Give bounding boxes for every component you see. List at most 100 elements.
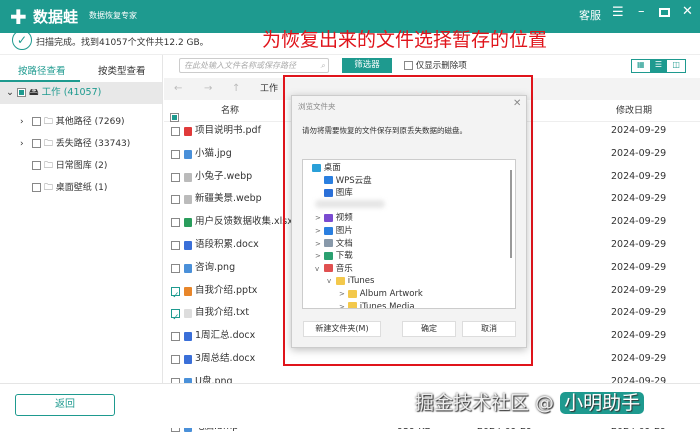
expand-arrow-icon[interactable]: >: [339, 301, 348, 308]
dialog-close-icon[interactable]: ✕: [513, 98, 521, 109]
check-circle-icon: ✓: [12, 30, 32, 50]
folder-tree-item[interactable]: > 图片: [315, 225, 353, 237]
tree-item[interactable]: 🗀 桌面壁纸 (1): [20, 177, 107, 199]
back-arrow-icon[interactable]: ←: [174, 78, 182, 100]
folder-tree-item[interactable]: > 下载: [315, 250, 353, 262]
folder-icon: [348, 289, 357, 298]
file-checkbox[interactable]: [171, 195, 180, 205]
close-icon[interactable]: ✕: [682, 4, 693, 19]
folder-label: 文档: [335, 238, 353, 249]
chevron-right-icon[interactable]: ›: [20, 133, 32, 155]
expand-arrow-icon[interactable]: >: [339, 288, 348, 300]
file-checkbox[interactable]: [171, 307, 180, 329]
tree-label: 其他路径 (7269): [55, 117, 125, 127]
detail-view-icon[interactable]: ◫: [667, 60, 685, 72]
view-switcher: ▦ ☰ ◫: [631, 59, 686, 73]
folder-tree-item[interactable]: 图库: [315, 187, 353, 199]
support-link[interactable]: 客服: [579, 7, 601, 23]
dialog-message: 请勿将需要恢复的文件保存到原丢失数据的磁盘。: [302, 126, 467, 135]
filter-button[interactable]: 筛选器: [342, 58, 392, 73]
folder-tree-item[interactable]: 桌面: [303, 162, 341, 174]
image-file-icon: [184, 149, 192, 159]
file-checkbox[interactable]: [171, 172, 180, 182]
tab-by-type[interactable]: 按类型查看: [98, 63, 146, 77]
file-modified: 2024-09-29: [611, 307, 667, 319]
file-checkbox[interactable]: [171, 355, 180, 364]
tree-checkbox[interactable]: [32, 139, 41, 148]
folder-tree-item[interactable]: > 视频: [315, 212, 353, 224]
root-checkbox[interactable]: [17, 88, 26, 97]
menu-icon[interactable]: ☰: [612, 5, 624, 20]
folder-tree-item[interactable]: v 音乐: [315, 263, 353, 275]
docx-file-icon: [184, 241, 192, 250]
blurred-item: [315, 199, 385, 208]
file-checkbox[interactable]: [171, 218, 180, 228]
tree-checkbox[interactable]: [32, 161, 41, 170]
only-deleted-toggle[interactable]: 仅显示删除项: [404, 59, 467, 71]
tree-label: 日常图库 (2): [55, 161, 108, 171]
file-name: 用户反馈数据收集.xlsx: [195, 216, 293, 228]
browse-folder-dialog: 浏览文件夹 ✕ 请勿将需要恢复的文件保存到原丢失数据的磁盘。 桌面 WPS云盘 …: [291, 95, 527, 348]
folder-tree-item[interactable]: [315, 199, 385, 212]
file-checkbox[interactable]: [171, 332, 180, 342]
folder-tree[interactable]: 桌面 WPS云盘 图库 > 视频 > 图片 > 文档 > 下载 v 音乐 v iTunes >…: [302, 159, 516, 309]
folder-tree-item[interactable]: > 文档: [315, 238, 353, 250]
file-checkbox[interactable]: [171, 263, 180, 273]
tree-item[interactable]: › 🗀 丢失路径 (33743): [20, 133, 130, 155]
grid-view-icon[interactable]: ▦: [632, 60, 650, 72]
new-folder-button[interactable]: 新建文件夹(M): [303, 321, 381, 337]
expand-arrow-icon[interactable]: >: [315, 225, 324, 237]
forward-arrow-icon[interactable]: →: [204, 78, 212, 100]
app-subtitle: 数据恢复专家: [89, 11, 137, 20]
folder-label: iTunes Media: [359, 301, 415, 309]
cloud-icon: [324, 176, 333, 185]
list-view-icon[interactable]: ☰: [649, 60, 668, 72]
expand-arrow-icon[interactable]: >: [315, 250, 324, 262]
app-name: 数据蛙: [33, 8, 79, 26]
file-name: 咨询.png: [195, 261, 236, 273]
file-checkbox[interactable]: [171, 241, 180, 250]
folder-label: Album Artwork: [359, 289, 423, 299]
file-modified: 2024-09-29: [611, 330, 667, 342]
expand-arrow-icon[interactable]: v: [315, 263, 324, 275]
video-icon: [324, 213, 333, 222]
tree-item[interactable]: › 🗀 其他路径 (7269): [20, 111, 125, 133]
folder-label: 桌面: [323, 163, 341, 173]
tree-label: 桌面壁纸 (1): [55, 183, 108, 193]
tree-item[interactable]: 🗀 日常图库 (2): [20, 155, 107, 177]
expand-arrow-icon[interactable]: >: [315, 212, 324, 224]
folder-tree-item[interactable]: > iTunes Media: [339, 301, 415, 309]
music-icon: [324, 264, 333, 273]
maximize-icon[interactable]: [659, 8, 670, 17]
folder-icon: 🗀: [43, 183, 53, 193]
search-icon: ⌕: [320, 61, 325, 70]
file-modified: 2024-09-29: [611, 125, 667, 136]
tab-by-path[interactable]: 按路径查看: [18, 63, 66, 77]
back-button[interactable]: 返回: [15, 394, 115, 416]
folder-tree-item[interactable]: > Album Artwork: [339, 288, 423, 300]
gallery-icon: [324, 188, 333, 197]
docx-file-icon: [184, 355, 192, 364]
scrollbar[interactable]: [510, 170, 512, 258]
expand-arrow-icon[interactable]: v: [327, 275, 336, 287]
tree-checkbox[interactable]: [32, 117, 41, 126]
docx-file-icon: [184, 332, 192, 342]
ok-button[interactable]: 确定: [402, 321, 456, 337]
expand-arrow-icon[interactable]: >: [315, 238, 324, 250]
logo-icon: ✚: [10, 5, 27, 29]
up-arrow-icon[interactable]: ↑: [232, 78, 240, 100]
file-checkbox[interactable]: [171, 127, 180, 136]
search-input[interactable]: 在此处输入文件名称或保存路径 ⌕: [179, 58, 329, 73]
chevron-down-icon: ⌄: [6, 87, 14, 98]
chevron-right-icon[interactable]: ›: [20, 111, 32, 133]
file-checkbox[interactable]: [171, 285, 180, 307]
minimize-icon[interactable]: –: [638, 4, 645, 19]
folder-tree-item[interactable]: WPS云盘: [315, 175, 372, 187]
folder-tree-item[interactable]: v iTunes: [327, 275, 374, 287]
cancel-button[interactable]: 取消: [462, 321, 516, 337]
column-modified[interactable]: 修改日期: [616, 100, 652, 122]
file-checkbox[interactable]: [171, 149, 180, 159]
tree-root[interactable]: ⌄ 🖴 工作 (41057): [0, 82, 162, 104]
column-name[interactable]: 名称: [221, 100, 239, 122]
tree-checkbox[interactable]: [32, 183, 41, 192]
